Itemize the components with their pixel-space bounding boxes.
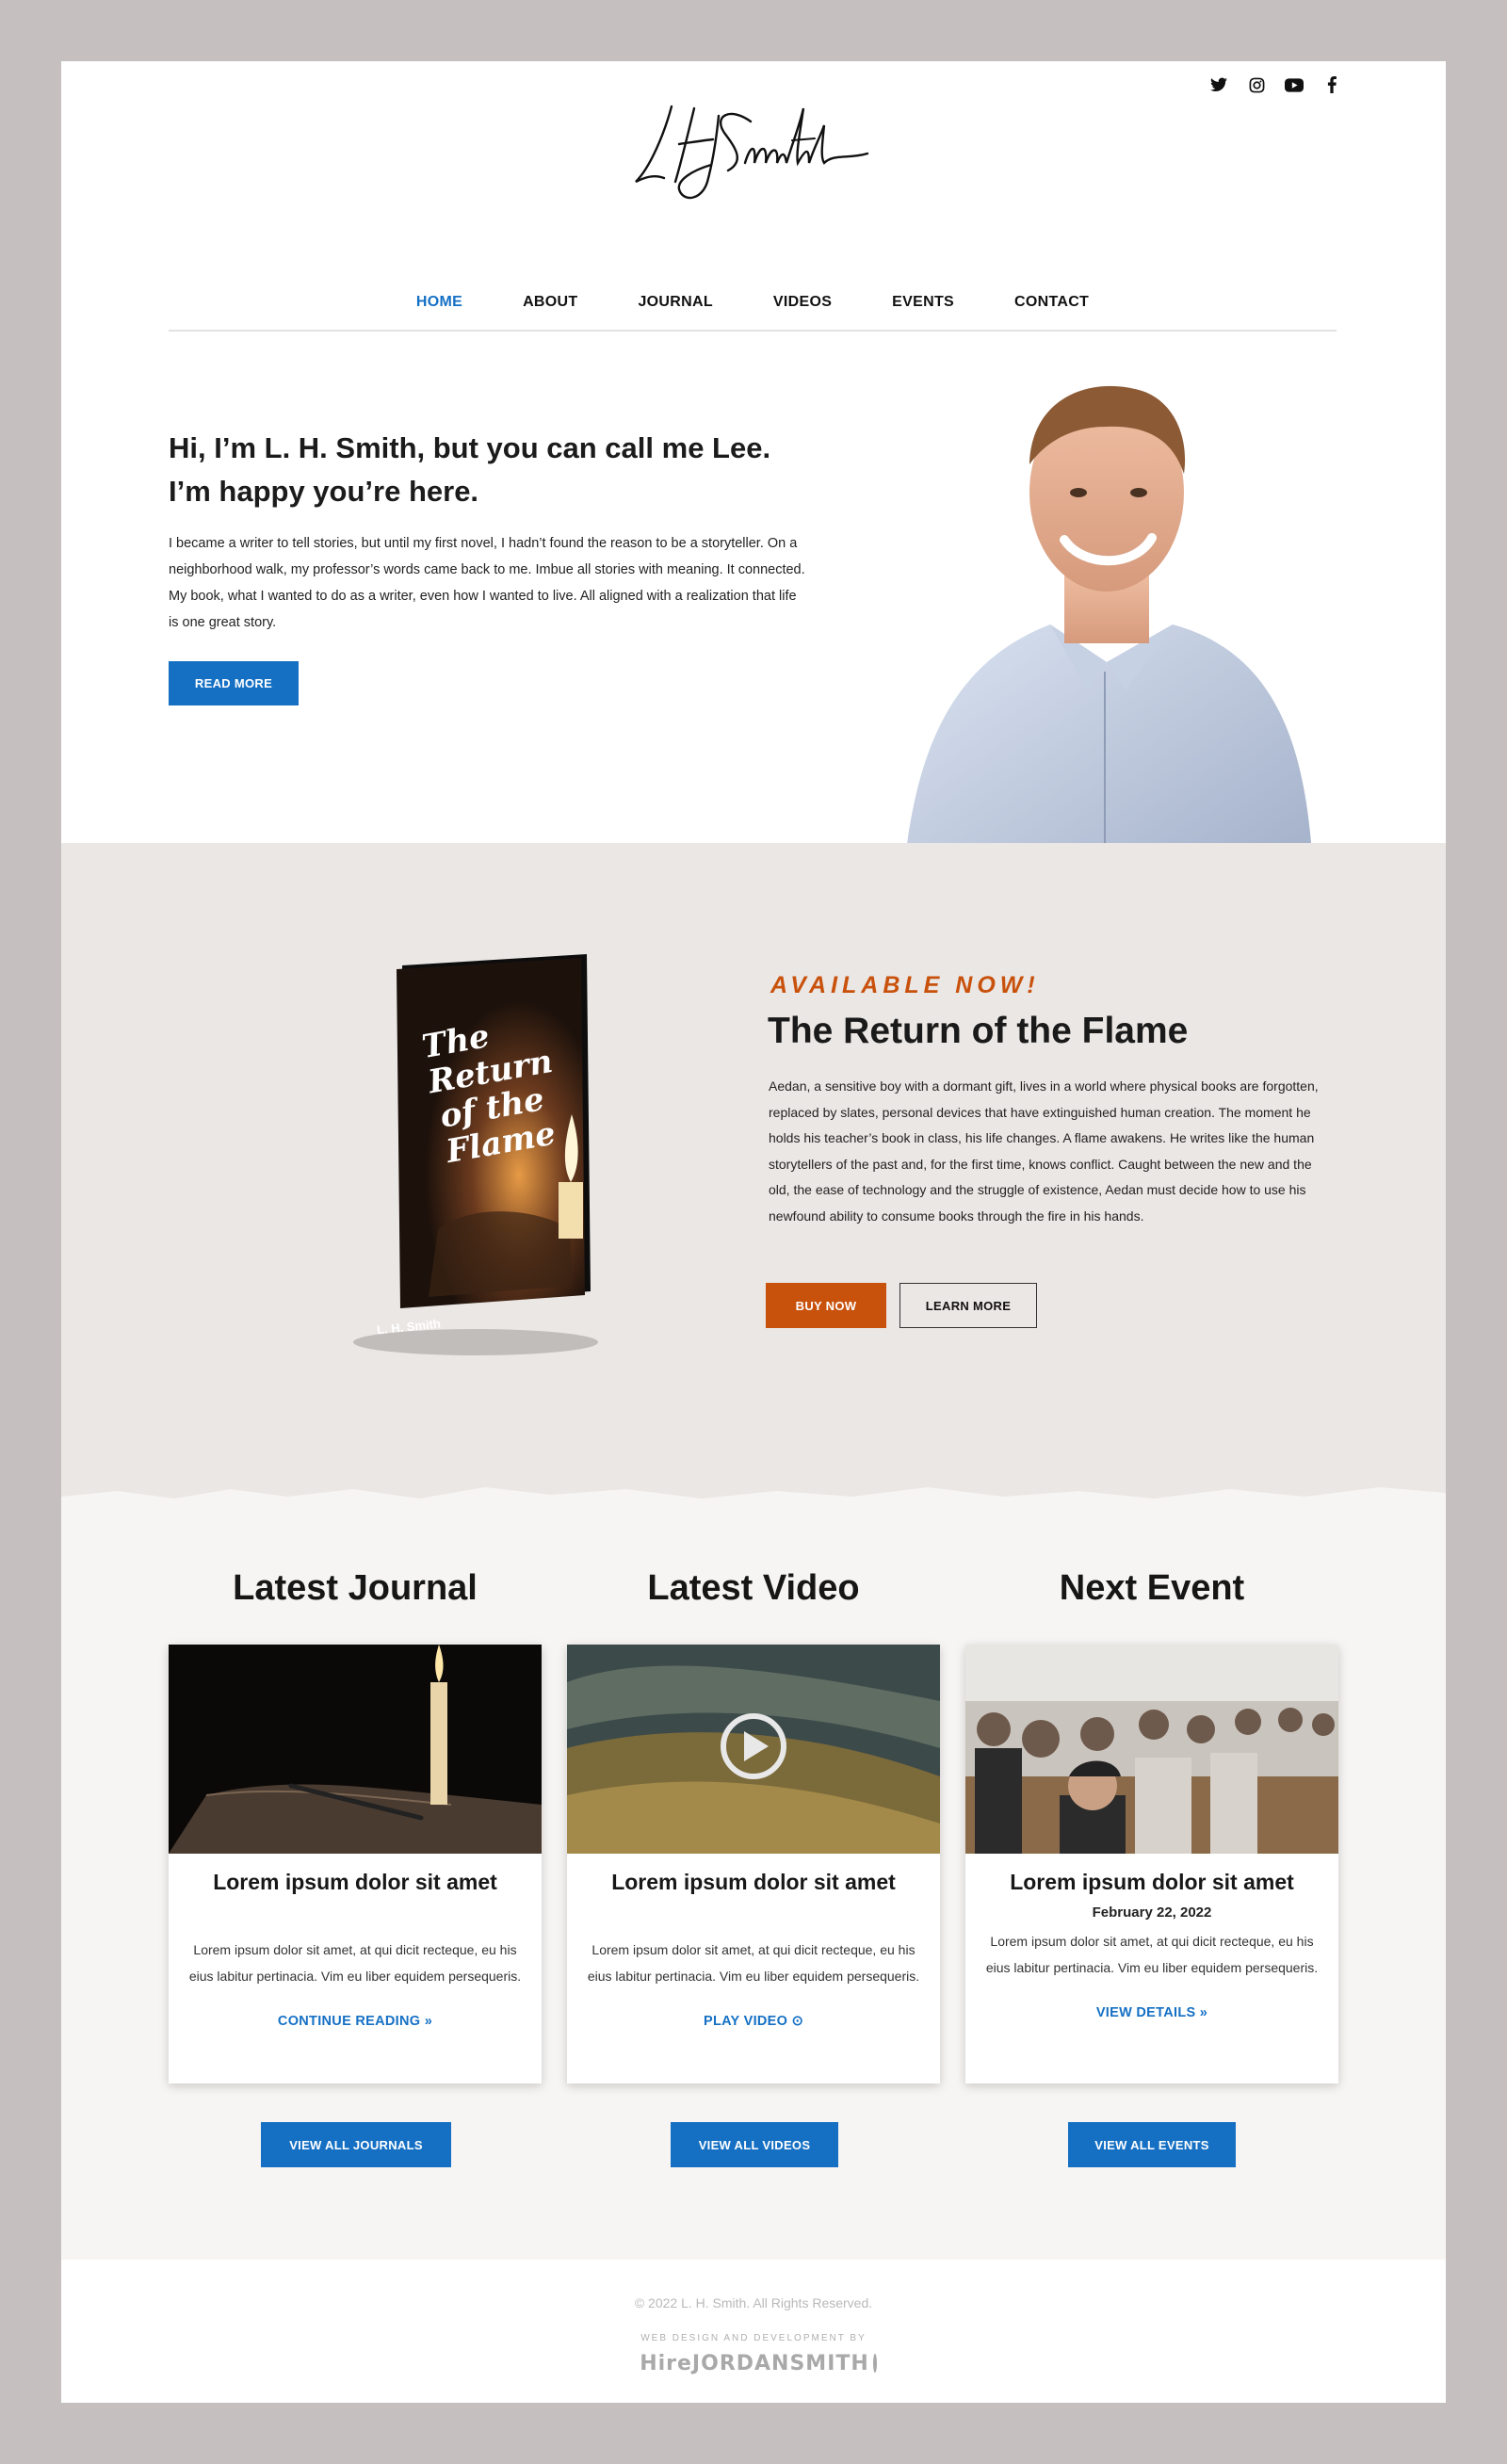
play-circle-icon: ⊙ [791,2014,804,2029]
video-thumbnail[interactable] [567,1645,940,1854]
credit-name: HireJORDANSMITH [640,2351,869,2375]
hero-title-line1: Hi, I’m L. H. Smith, but you can call me… [169,431,771,464]
instagram-icon[interactable] [1246,74,1267,95]
view-all-journals-button[interactable]: VIEW ALL JOURNALS [261,2122,451,2167]
nav-events[interactable]: EVENTS [862,294,984,311]
copyright-text: © 2022 L. H. Smith. All Rights Reserved. [634,2295,873,2310]
author-portrait [899,385,1314,916]
nav-contact[interactable]: CONTACT [984,294,1119,311]
view-details-label: VIEW DETAILS [1095,2005,1196,2020]
signature-logo[interactable] [626,88,881,210]
event-card-title: Lorem ipsum dolor sit amet [1010,1870,1294,1894]
torn-paper-bottom [61,1455,1446,1531]
event-card-text: Lorem ipsum dolor sit amet, at qui dicit… [985,1934,1319,1975]
event-date: February 22, 2022 [1092,1905,1212,1921]
badge-icon [872,2354,877,2373]
latest-journal-heading: Latest Journal [233,1568,478,1608]
continue-reading-link[interactable]: CONTINUE READING » [169,2014,542,2029]
main-nav: HOME ABOUT JOURNAL VIDEOS EVENTS CONTACT [169,234,1337,332]
double-chevron-right-icon: » [424,2014,433,2029]
next-event-heading: Next Event [1059,1568,1245,1608]
hero-body: I became a writer to tell stories, but u… [169,536,805,630]
journal-image [169,1645,542,1854]
journal-card[interactable]: Lorem ipsum dolor sit amet Lorem ipsum d… [169,1645,542,2083]
hero-title-line2: I’m happy you’re here. [169,475,479,508]
nav-journal[interactable]: JOURNAL [608,294,742,311]
available-now-tagline: AVAILABLE NOW! [770,972,1040,998]
youtube-icon[interactable] [1284,74,1304,95]
book-title: The Return of the Flame [768,1011,1189,1051]
nav-about[interactable]: ABOUT [493,294,608,311]
torn-paper-top [61,845,1446,881]
nav-home[interactable]: HOME [386,294,493,311]
book-description: Aedan, a sensitive boy with a dormant gi… [769,1078,1319,1224]
learn-more-button[interactable]: LEARN MORE [899,1283,1037,1328]
view-all-events-button[interactable]: VIEW ALL EVENTS [1068,2122,1236,2167]
latest-video-heading: Latest Video [647,1568,860,1608]
play-video-label: PLAY VIDEO [703,2014,788,2029]
view-details-link[interactable]: VIEW DETAILS » [965,2005,1338,2020]
double-chevron-right-icon: » [1199,2005,1208,2020]
continue-reading-label: CONTINUE READING [277,2014,421,2029]
journal-card-title: Lorem ipsum dolor sit amet [213,1870,497,1894]
buy-now-button[interactable]: BUY NOW [766,1283,886,1328]
credit-logo[interactable]: HireJORDANSMITH [640,2344,877,2382]
credit-label: WEB DESIGN AND DEVELOPMENT BY [640,2333,867,2343]
view-all-videos-button[interactable]: VIEW ALL VIDEOS [671,2122,838,2167]
hero-title: Hi, I’m L. H. Smith, but you can call me… [169,427,828,513]
footer: © 2022 L. H. Smith. All Rights Reserved.… [61,2260,1446,2403]
read-more-button[interactable]: READ MORE [169,661,299,705]
facebook-icon[interactable] [1321,74,1342,95]
event-image [965,1645,1338,1854]
video-card-title: Lorem ipsum dolor sit amet [611,1870,896,1894]
nav-items: HOME ABOUT JOURNAL VIDEOS EVENTS CONTACT [169,294,1337,311]
journal-card-text: Lorem ipsum dolor sit amet, at qui dicit… [188,1942,522,1984]
nav-videos[interactable]: VIDEOS [743,294,862,311]
twitter-icon[interactable] [1208,74,1229,95]
social-links [1208,74,1342,95]
video-card[interactable]: Lorem ipsum dolor sit amet Lorem ipsum d… [567,1645,940,2083]
video-card-text: Lorem ipsum dolor sit amet, at qui dicit… [587,1942,920,1984]
play-video-link[interactable]: PLAY VIDEO ⊙ [567,2014,940,2029]
page: HOME ABOUT JOURNAL VIDEOS EVENTS CONTACT… [61,61,1446,2403]
event-card[interactable]: Lorem ipsum dolor sit amet February 22, … [965,1645,1338,2083]
